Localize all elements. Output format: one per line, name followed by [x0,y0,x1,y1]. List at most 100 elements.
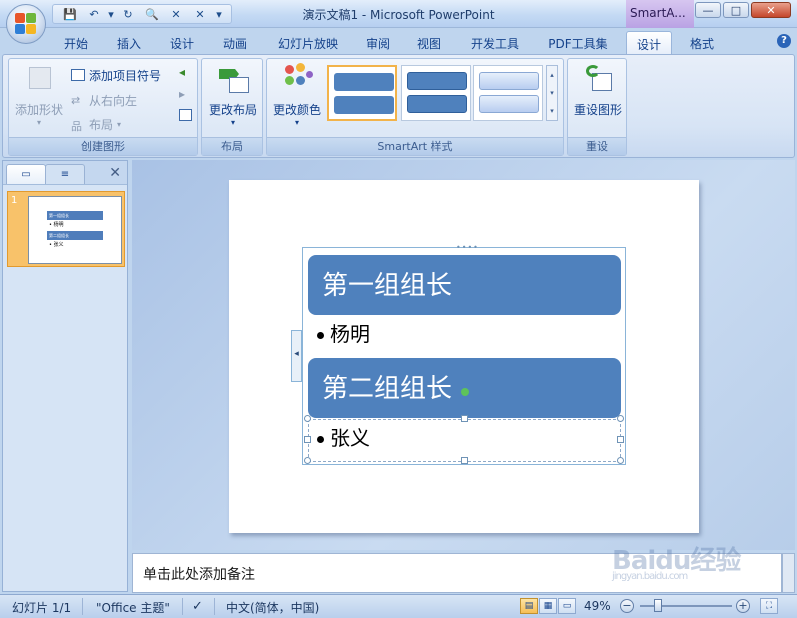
tab-insert[interactable]: 插入 [108,31,150,54]
outline-tab-icon: ≡ [60,169,70,180]
layout-dropdown-button[interactable]: 品 布局 ▾ [71,115,121,134]
tab-developer[interactable]: 开发工具 [462,31,528,54]
zoom-in-button[interactable]: + [736,599,750,613]
tab-slides[interactable]: ▭ [6,164,46,184]
normal-view-icon: ▤ [524,601,534,611]
bullet-list-icon [71,69,85,81]
resize-handle[interactable] [304,415,311,422]
resize-handle[interactable] [461,457,468,464]
add-shape-icon [23,63,55,95]
group-create-graphic: 添加形状 ▾ 添加项目符号 ⇄ 从右向左 品 布局 ▾ ◂ ▸ 创建图形 [8,58,198,156]
level1-heading-1[interactable]: 第一组组长 [308,255,621,315]
resize-handle[interactable] [617,436,624,443]
window-controls: — □ ✕ [695,2,791,18]
tab-view[interactable]: 视图 [408,31,450,54]
right-to-left-button[interactable]: ⇄ 从右向左 [71,91,137,109]
slide-sorter-icon: ▦ [543,601,553,611]
slide-counter: 幻灯片 1/1 [12,601,72,615]
close-pane-icon[interactable]: ✕ [109,165,121,181]
slide-sorter-button[interactable]: ▦ [539,598,557,614]
group-smartart-styles: 更改颜色 ▾ ▴ ▾ ▾ SmartArt 样式 [266,58,564,156]
zoom-level[interactable]: 49% [584,599,611,613]
status-bar: 幻灯片 1/1 "Office 主题" ✓ 中文(简体，中国) ▤ ▦ ▭ 49… [0,594,797,618]
notes-scrollbar[interactable] [782,553,795,593]
tab-smartart-design[interactable]: 设计 [626,31,672,54]
fit-window-icon: ⛶ [765,601,773,611]
tab-outline[interactable]: ≡ [45,164,85,184]
group-layouts: 更改布局 ▾ 布局 [201,58,263,156]
styles-gallery-scroll[interactable]: ▴ ▾ ▾ [546,65,558,121]
bullet-dot [317,436,324,443]
style-thumb-gradient[interactable] [473,65,543,121]
zoom-out-button[interactable]: − [620,599,634,613]
office-button[interactable] [6,4,46,44]
group-label-reset: 重设 [568,137,626,155]
fit-to-window-button[interactable]: ⛶ [760,598,778,614]
tab-home[interactable]: 开始 [55,31,97,54]
level2-bullet-2[interactable]: 张义 [317,422,370,451]
tab-slideshow[interactable]: 幻灯片放映 [268,31,348,54]
slides-pane-tabs: ▭ ≡ ✕ [3,161,127,185]
resize-handle[interactable] [304,457,311,464]
reset-graphic-button[interactable]: 重设图形 [570,63,626,118]
resize-handle[interactable] [461,415,468,422]
change-layout-icon [217,63,249,95]
resize-handle[interactable] [617,415,624,422]
spell-check-icon[interactable]: ✓ [192,599,203,614]
slides-pane: ▭ ≡ ✕ 1 第一组组长 • 杨明 第二组组长 • 张义 [2,160,128,592]
baidu-watermark: Baidu经验 jingyan.baidu.com [612,546,741,582]
promote-demote-controls: ◂ ▸ [179,65,195,135]
title-bar: 💾 ↶ ▾ ↻ 🔍 ✕ ✕ ▾ 演示文稿1 - Microsoft PowerP… [0,0,797,28]
reset-graphic-icon [582,63,614,95]
style-thumb-flat[interactable] [327,65,397,121]
tab-animations[interactable]: 动画 [214,31,256,54]
tab-design[interactable]: 设计 [161,31,203,54]
group-label-layouts: 布局 [202,137,262,155]
slide-thumbnail: 第一组组长 • 杨明 第二组组长 • 张义 [28,196,122,264]
zoom-slider-thumb[interactable] [654,599,662,612]
group-label-create-graphic: 创建图形 [9,137,197,155]
minimize-button[interactable]: — [695,2,721,18]
right-to-left-icon: ⇄ [71,94,81,107]
slideshow-view-button[interactable]: ▭ [558,598,576,614]
help-icon[interactable]: ? [777,34,791,48]
slide-number: 1 [11,195,18,206]
resize-handle[interactable] [617,457,624,464]
change-colors-button[interactable]: 更改颜色 ▾ [269,63,325,127]
tab-review[interactable]: 审阅 [357,31,399,54]
notes-placeholder: 单击此处添加备注 [143,567,255,583]
add-bullet-button[interactable]: 添加项目符号 [71,66,161,84]
color-palette-icon [281,63,313,95]
language-indicator[interactable]: 中文(简体，中国) [226,599,319,616]
slide-editing-area: •••• ◂ 第一组组长 杨明 第二组组长 张义 [132,160,795,550]
text-pane-icon[interactable] [179,109,192,121]
maximize-button[interactable]: □ [723,2,749,18]
slide-thumbnail-selected[interactable]: 1 第一组组长 • 杨明 第二组组长 • 张义 [7,191,125,267]
ribbon-tabs: 开始 插入 设计 动画 幻灯片放映 审阅 视图 开发工具 PDF工具集 设计 格… [0,28,797,54]
add-shape-button[interactable]: 添加形状 ▾ [13,63,65,127]
normal-view-button[interactable]: ▤ [520,598,538,614]
theme-name[interactable]: "Office 主题" [96,599,170,616]
smartart-graphic[interactable]: •••• ◂ 第一组组长 杨明 第二组组长 张义 [291,243,626,465]
org-chart-icon: 品 [71,120,82,133]
smartart-frame-grip[interactable]: •••• [456,243,479,252]
text-pane-toggle[interactable]: ◂ [291,330,302,382]
slide-canvas[interactable]: •••• ◂ 第一组组长 杨明 第二组组长 张义 [229,180,699,533]
tab-pdf-tools[interactable]: PDF工具集 [540,31,616,54]
level2-bullet-1[interactable]: 杨明 [317,318,370,347]
ribbon: 添加形状 ▾ 添加项目符号 ⇄ 从右向左 品 布局 ▾ ◂ ▸ 创建图形 更改布… [2,54,795,158]
style-thumb-subtle[interactable] [401,65,471,121]
promote-icon[interactable]: ◂ [179,65,195,87]
resize-handle[interactable] [304,436,311,443]
group-reset: 重设图形 重设 [567,58,627,156]
bullet-dot [317,332,324,339]
change-layout-button[interactable]: 更改布局 ▾ [206,63,260,127]
smartart-tools-label: SmartA... [626,0,694,28]
slideshow-icon: ▭ [562,601,572,611]
slides-tab-icon: ▭ [21,169,31,180]
demote-icon[interactable]: ▸ [179,87,195,109]
rotation-handle[interactable] [461,388,469,396]
close-button[interactable]: ✕ [751,2,791,18]
tab-format[interactable]: 格式 [680,31,724,54]
office-logo-icon [15,13,37,35]
